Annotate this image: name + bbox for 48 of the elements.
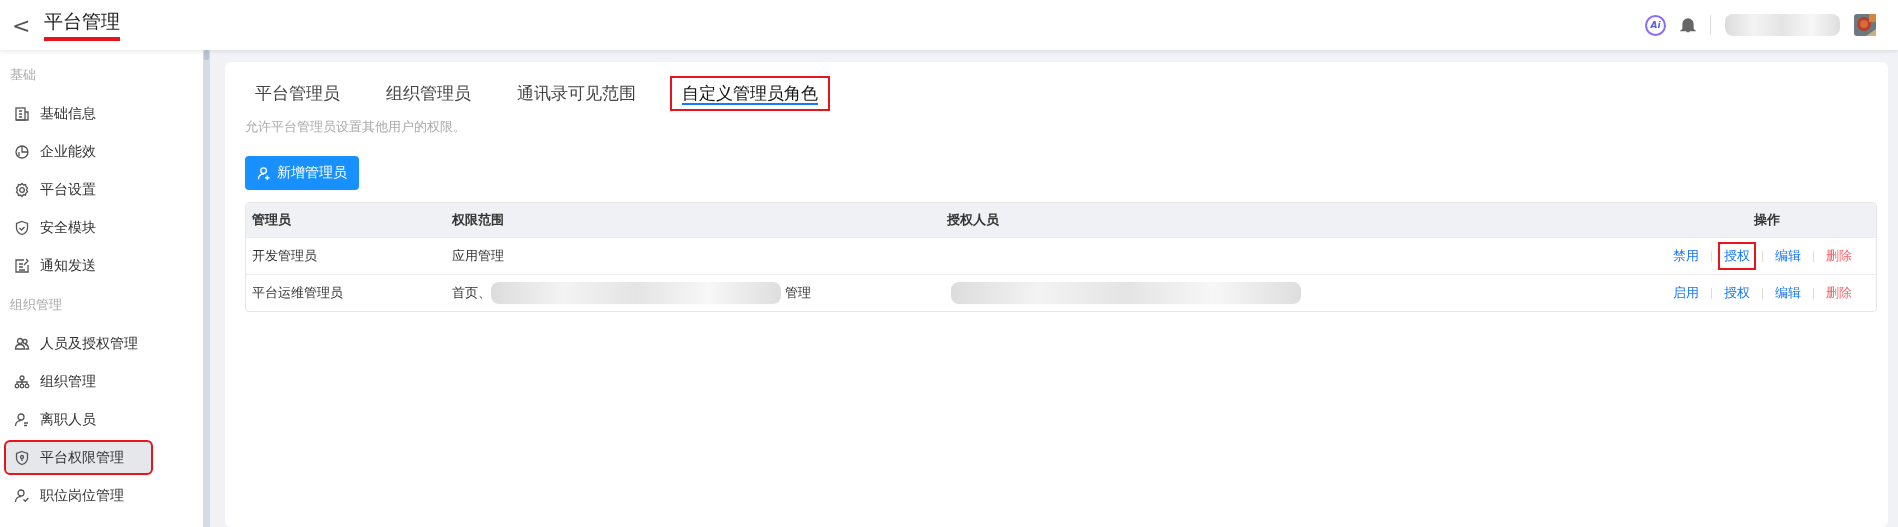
pie-chart-icon	[14, 143, 30, 160]
section-label: 组织管理	[9, 296, 63, 314]
action-link[interactable]: 禁用	[1667, 242, 1705, 270]
tab[interactable]: 通讯录可见范围	[505, 76, 648, 111]
table-cell: 管理	[785, 284, 811, 302]
sidebar-item[interactable]: 职位岗位管理	[4, 478, 185, 513]
scrollbar-thumb[interactable]	[204, 50, 209, 60]
column-header: 权限范围	[451, 211, 505, 229]
action-link[interactable]: 启用	[1667, 279, 1705, 307]
action-link[interactable]: 授权	[1718, 242, 1756, 270]
tab[interactable]: 组织管理员	[374, 76, 483, 111]
column-header: 授权人员	[946, 211, 1000, 229]
sidebar-item[interactable]: 基础信息	[4, 96, 185, 131]
tab[interactable]: 自定义管理员角色	[670, 76, 830, 111]
settings-icon	[14, 181, 30, 198]
person-icon	[14, 411, 30, 428]
sidebar-item[interactable]: 离职人员	[4, 402, 185, 437]
table-cell-text: 平台运维管理员	[251, 284, 344, 302]
sidebar-item[interactable]: 通知发送	[4, 248, 185, 283]
page-title: 平台管理	[44, 9, 121, 41]
sidebar-item[interactable]: 平台设置	[4, 172, 185, 207]
send-icon	[14, 257, 30, 274]
section-label: 基础	[9, 66, 37, 84]
sidebar-item[interactable]: 平台权限管理	[4, 440, 153, 475]
table-cell-text: 开发管理员	[251, 247, 318, 265]
shield-icon	[14, 219, 30, 236]
table-cell: 应用管理	[452, 247, 504, 265]
column-header: 管理员	[251, 211, 292, 229]
column-header: 操作	[1753, 211, 1781, 229]
back-button[interactable]: <	[8, 12, 35, 38]
doc-icon	[14, 105, 30, 122]
sidebar-item[interactable]: 组织管理	[4, 364, 185, 399]
action-link[interactable]: 编辑	[1769, 279, 1807, 307]
ai-button[interactable]: Ai	[1645, 14, 1666, 36]
action-link[interactable]: 授权	[1718, 279, 1756, 307]
table-cell: 首页、	[452, 284, 491, 302]
bell-icon	[1680, 16, 1696, 34]
action-link[interactable]: 编辑	[1769, 242, 1807, 270]
tab[interactable]: 平台管理员	[243, 76, 352, 111]
org-chart-icon	[14, 373, 30, 390]
description-text: 允许平台管理员设置其他用户的权限。	[245, 119, 467, 136]
add-person-icon	[257, 165, 272, 181]
sidebar-item[interactable]: 安全模块	[4, 210, 185, 245]
sidebar-item[interactable]: 人员及授权管理	[4, 326, 185, 361]
shield-icon	[14, 449, 30, 466]
sidebar-item[interactable]: 企业能效	[4, 134, 185, 169]
people-icon	[14, 335, 30, 352]
person-check-icon	[14, 487, 30, 504]
